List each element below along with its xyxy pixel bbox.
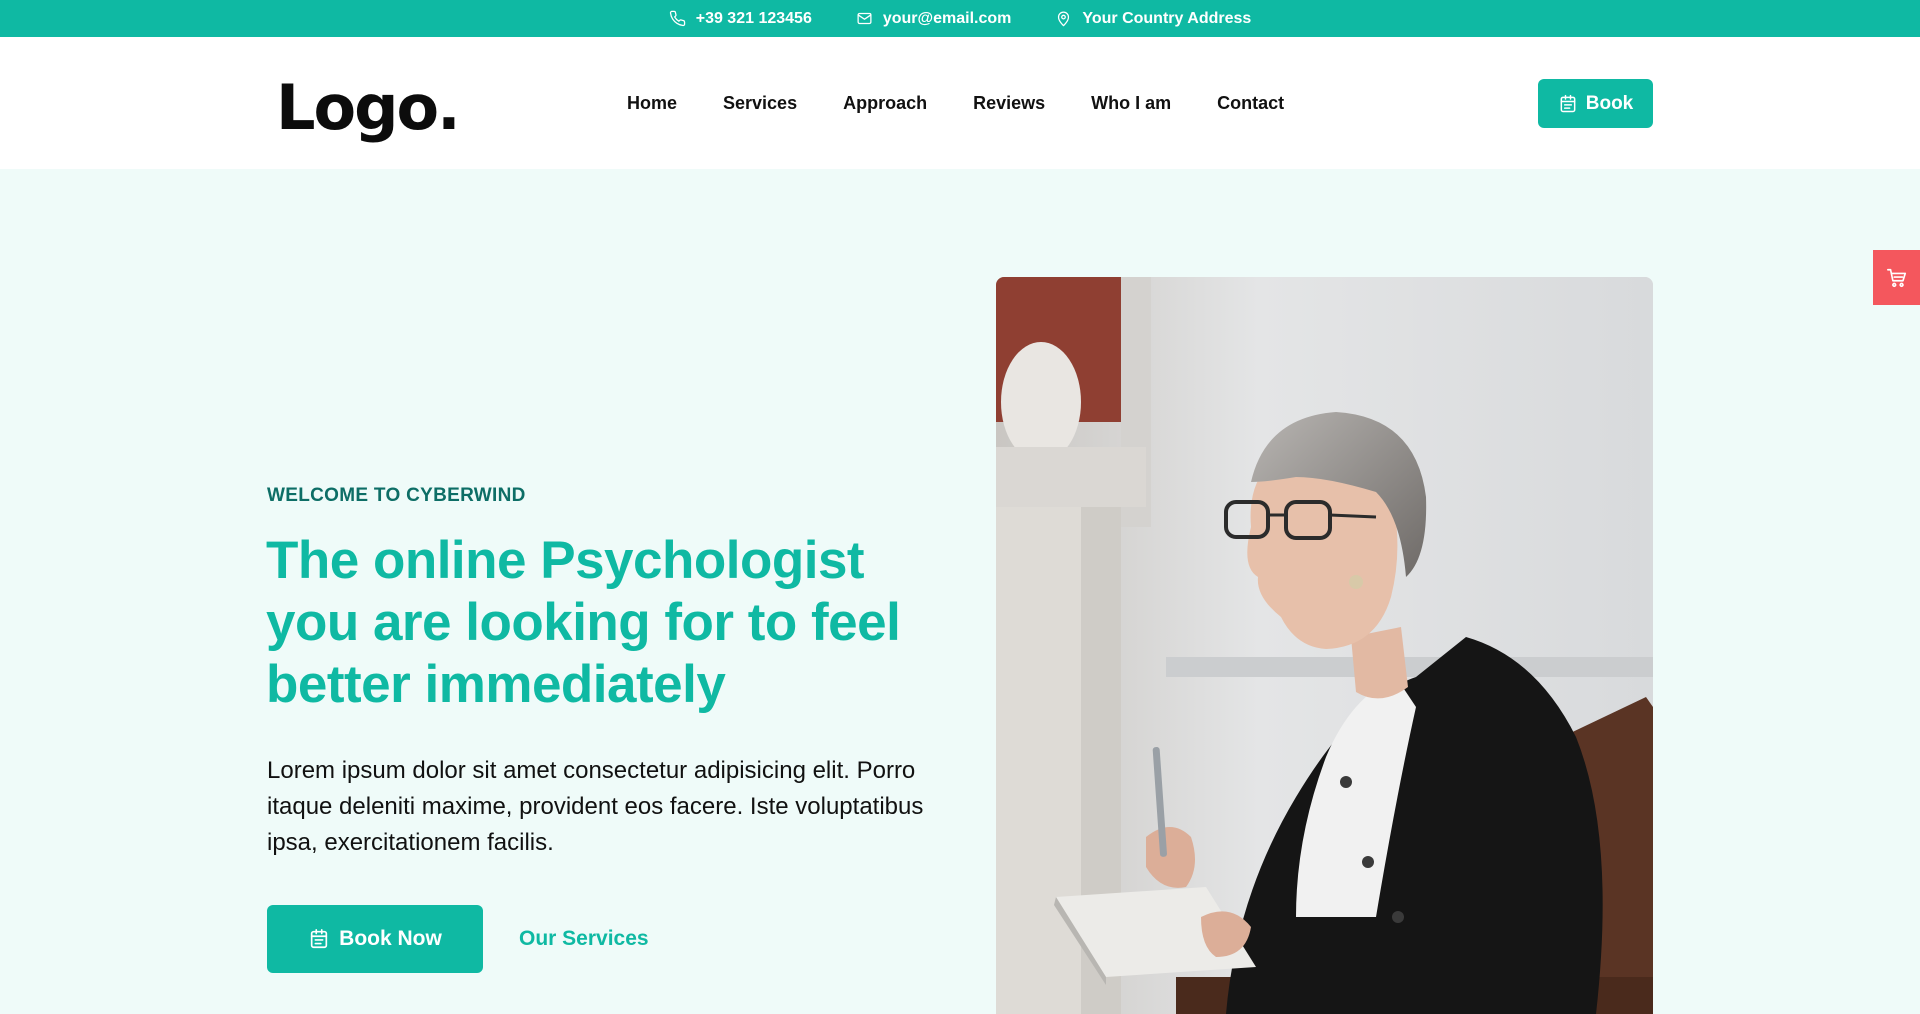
top-contact-bar: +39 321 123456 your@email.com Your Count… [0,0,1920,37]
book-now-label: Book Now [339,927,442,950]
mail-icon [857,12,872,25]
book-now-button[interactable]: Book Now [267,905,483,973]
map-pin-icon [1058,11,1070,27]
contact-email[interactable]: your@email.com [856,9,1012,28]
phone-icon [669,10,685,27]
address-text: Your Country Address [1082,9,1252,27]
hero-eyebrow: WELCOME TO CYBERWIND [267,485,526,506]
logo[interactable]: Logo. [276,71,461,144]
book-button-label: Book [1585,92,1634,114]
cart-icon [1886,268,1906,287]
calendar-icon [1560,94,1576,112]
email-text: your@email.com [882,9,1012,27]
hero-photo [996,277,1653,1014]
phone-text: +39 321 123456 [695,9,812,27]
nav-who-i-am[interactable]: Who I am [1091,93,1171,114]
psychologist-portrait [996,277,1653,1014]
nav-services[interactable]: Services [723,93,797,114]
our-services-link[interactable]: Our Services [519,927,649,951]
nav-contact[interactable]: Contact [1217,93,1284,114]
main-nav: Home Services Approach Reviews Who I am … [627,37,1284,169]
nav-approach[interactable]: Approach [843,93,927,114]
nav-home[interactable]: Home [627,93,677,114]
contact-address[interactable]: Your Country Address [1055,10,1251,28]
hero-title: The online Psychologist you are looking … [266,531,901,714]
book-button[interactable]: Book [1538,79,1653,128]
nav-reviews[interactable]: Reviews [973,93,1045,114]
cart-tab[interactable] [1873,250,1920,305]
contact-phone[interactable]: +39 321 123456 [669,10,812,28]
site-header: Logo. Home Services Approach Reviews Who… [0,37,1920,169]
hero-description: Lorem ipsum dolor sit amet consectetur a… [267,757,924,856]
calendar-icon [310,929,328,949]
